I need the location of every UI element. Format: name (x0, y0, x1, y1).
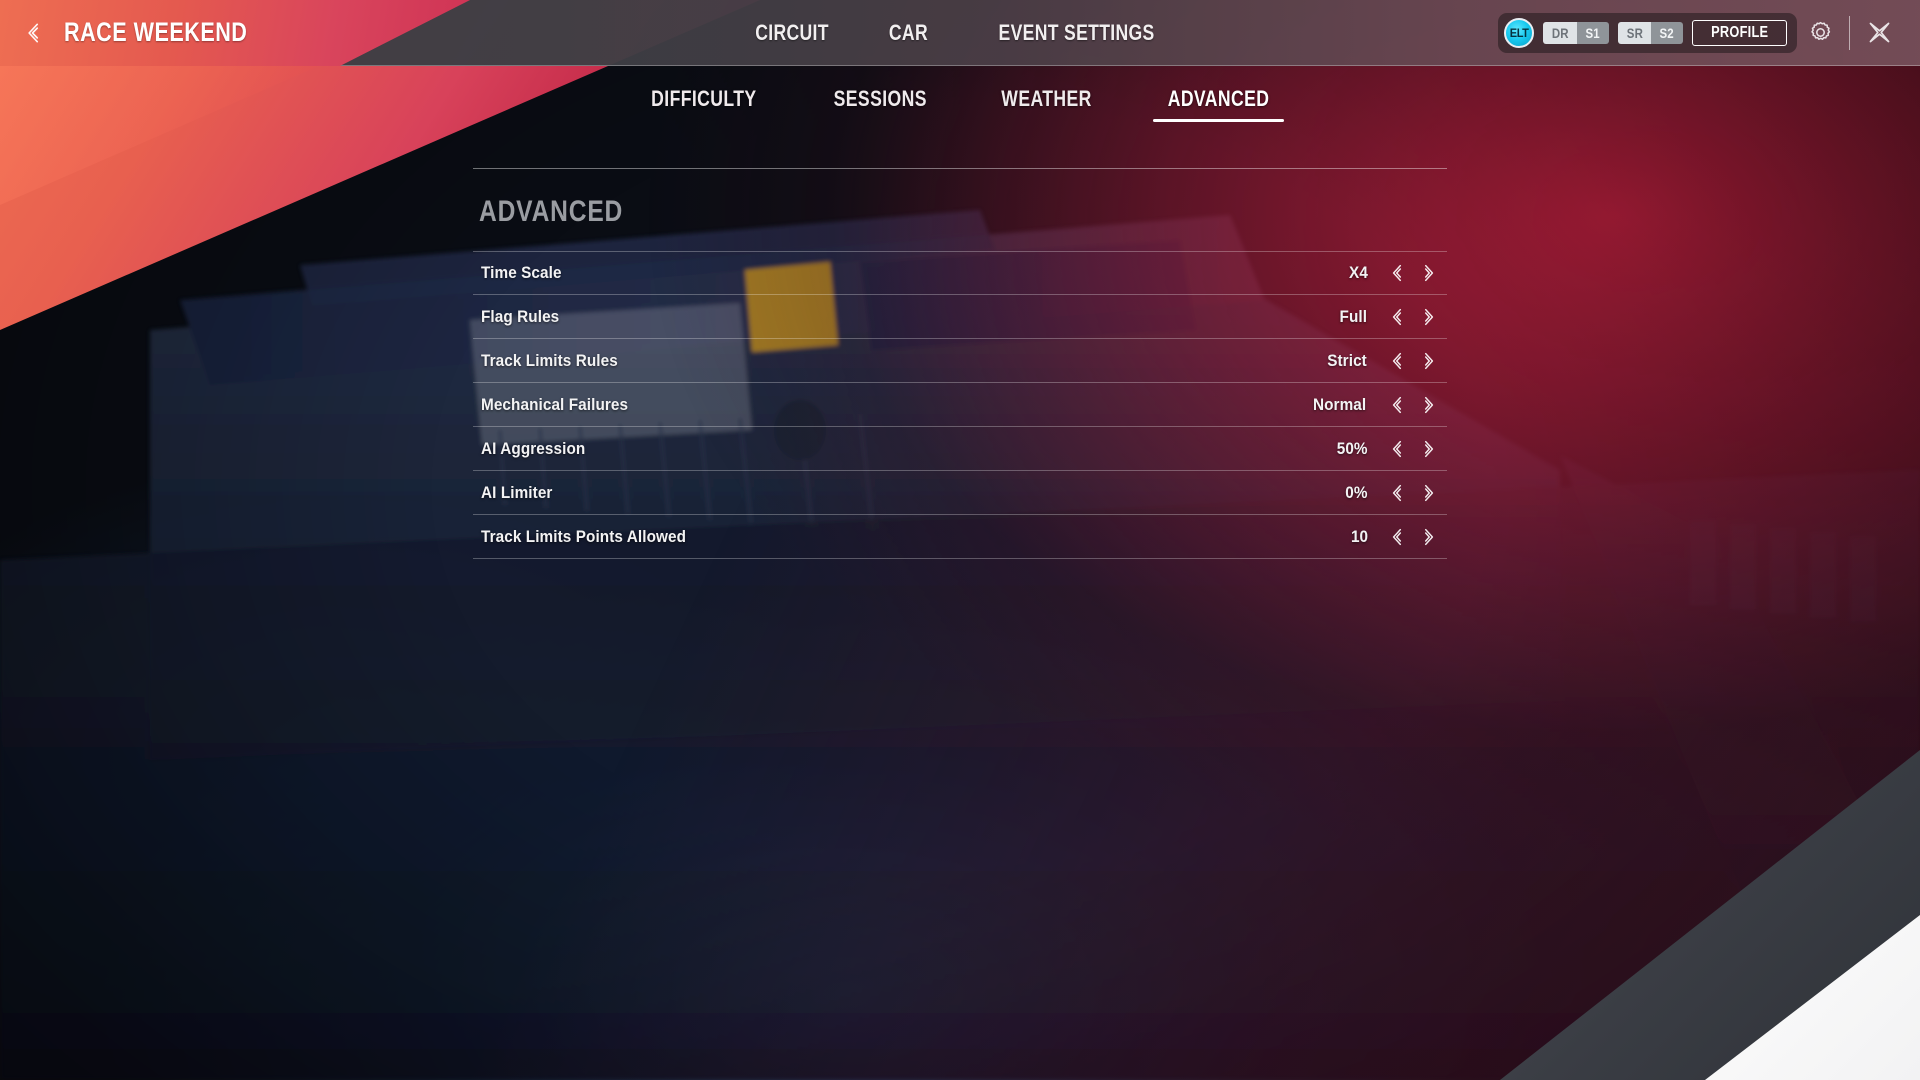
panel-top-divider (473, 168, 1447, 169)
settings-row-label: Mechanical Failures (481, 394, 629, 414)
nav-item-circuit[interactable]: CIRCUIT (755, 20, 829, 46)
stat-sr-key: SR (1617, 21, 1652, 44)
chevron-right-double-icon (1424, 440, 1434, 457)
decrement-button[interactable] (1383, 388, 1413, 422)
chevron-right-double-icon (1424, 484, 1434, 501)
header-nav: CIRCUIT CAR EVENT SETTINGS (746, 0, 1174, 66)
header-right-cluster: ELT DR S1 SR S2 PROFILE (1497, 10, 1902, 56)
close-icon (1869, 22, 1889, 43)
settings-button[interactable] (1797, 10, 1843, 56)
settings-row-label: Track Limits Rules (481, 350, 618, 370)
settings-row-3[interactable]: Mechanical Failures Normal (473, 383, 1447, 427)
chevron-left-double-icon (1392, 396, 1402, 413)
decrement-button[interactable] (1383, 344, 1413, 378)
increment-button[interactable] (1413, 256, 1443, 290)
settings-row-5[interactable]: AI Limiter 0% (473, 471, 1447, 515)
stat-sr-key-text: SR (1626, 24, 1643, 41)
chevron-left-double-icon (1392, 308, 1402, 325)
stat-sr-value: S2 (1651, 21, 1683, 44)
tab-weather-label: WEATHER (1001, 86, 1092, 111)
increment-button[interactable] (1413, 300, 1443, 334)
chevron-right-double-icon (1424, 264, 1434, 282)
settings-row-label: Flag Rules (481, 306, 560, 326)
decrement-button[interactable] (1383, 476, 1413, 510)
stat-dr-value-text: S1 (1585, 24, 1601, 41)
chevron-right-double-icon (1424, 528, 1434, 545)
settings-row-0[interactable]: Time Scale X4 (473, 251, 1447, 295)
avatar[interactable]: ELT (1503, 17, 1534, 48)
stat-chip-sr: SR S2 (1617, 21, 1683, 44)
increment-button[interactable] (1413, 344, 1443, 378)
settings-list: Time Scale X4 Flag Rules Full Track Limi… (473, 251, 1447, 559)
tab-advanced-label: ADVANCED (1167, 86, 1270, 111)
chevron-left-icon (28, 23, 39, 42)
settings-row-value: 50% (1336, 438, 1368, 458)
settings-row-label: AI Aggression (481, 438, 586, 458)
stat-chip-dr: DR S1 (1542, 21, 1609, 44)
chevron-left-double-icon (1392, 440, 1402, 457)
stat-dr-key: DR (1542, 21, 1578, 44)
page-title: RACE WEEKEND (64, 17, 248, 47)
tab-weather[interactable]: WEATHER (986, 80, 1107, 122)
settings-row-control: Full (1338, 300, 1447, 334)
chevron-right-double-icon (1424, 308, 1434, 325)
chevron-left-double-icon (1392, 264, 1402, 282)
increment-button[interactable] (1413, 476, 1443, 510)
stat-dr-value: S1 (1577, 21, 1609, 44)
profile-button-label: PROFILE (1710, 23, 1768, 41)
nav-item-car[interactable]: CAR (889, 20, 928, 46)
settings-row-value: X4 (1349, 263, 1368, 282)
decrement-button[interactable] (1383, 256, 1413, 290)
settings-row-value: 0% (1345, 482, 1368, 502)
settings-row-control: 0% (1344, 476, 1447, 510)
settings-row-2[interactable]: Track Limits Rules Strict (473, 339, 1447, 383)
nav-item-event-settings[interactable]: EVENT SETTINGS (998, 20, 1154, 46)
settings-row-value: 10 (1350, 526, 1369, 546)
tab-sessions[interactable]: SESSIONS (818, 80, 942, 122)
settings-row-control: Normal (1310, 388, 1447, 422)
increment-button[interactable] (1413, 388, 1443, 422)
increment-button[interactable] (1413, 432, 1443, 466)
settings-row-control: Strict (1325, 344, 1447, 378)
profile-button[interactable]: PROFILE (1691, 19, 1787, 46)
header-divider (1849, 15, 1850, 50)
settings-row-control: X4 (1348, 256, 1447, 290)
back-button[interactable] (8, 0, 60, 66)
chevron-left-double-icon (1392, 528, 1402, 545)
chevron-left-double-icon (1392, 352, 1402, 369)
app-header: RACE WEEKEND CIRCUIT CAR EVENT SETTINGS … (0, 0, 1920, 66)
tab-difficulty[interactable]: DIFFICULTY (634, 80, 774, 122)
decrement-button[interactable] (1383, 520, 1413, 554)
settings-row-value: Strict (1327, 350, 1367, 370)
settings-row-6[interactable]: Track Limits Points Allowed 10 (473, 515, 1447, 559)
chevron-right-double-icon (1424, 352, 1434, 369)
settings-row-value: Normal (1312, 394, 1367, 414)
profile-pill[interactable]: ELT DR S1 SR S2 PROFILE (1497, 12, 1797, 53)
tab-sessions-label: SESSIONS (833, 86, 927, 111)
settings-row-1[interactable]: Flag Rules Full (473, 295, 1447, 339)
settings-row-label: Time Scale (481, 263, 562, 282)
gear-icon (1810, 21, 1830, 40)
settings-row-label: Track Limits Points Allowed (481, 526, 687, 546)
decrement-button[interactable] (1383, 432, 1413, 466)
settings-row-label: AI Limiter (481, 482, 553, 502)
increment-button[interactable] (1413, 520, 1443, 554)
tab-bar: DIFFICULTY SESSIONS WEATHER ADVANCED (0, 66, 1920, 136)
settings-row-control: 10 (1350, 520, 1447, 554)
tab-advanced[interactable]: ADVANCED (1151, 80, 1286, 122)
panel-title: ADVANCED (479, 195, 624, 228)
advanced-settings-panel: ADVANCED Time Scale X4 Flag Rules Full T… (473, 168, 1447, 559)
settings-row-4[interactable]: AI Aggression 50% (473, 427, 1447, 471)
chevron-right-double-icon (1424, 396, 1434, 413)
chevron-left-double-icon (1392, 484, 1402, 501)
close-button[interactable] (1856, 10, 1902, 56)
settings-row-value: Full (1339, 306, 1368, 326)
decrement-button[interactable] (1383, 300, 1413, 334)
settings-row-control: 50% (1335, 432, 1447, 466)
stat-sr-value-text: S2 (1659, 24, 1675, 41)
stat-dr-key-text: DR (1551, 24, 1569, 41)
tab-advanced-underline (1153, 119, 1285, 122)
tab-difficulty-label: DIFFICULTY (651, 86, 757, 111)
avatar-label: ELT (1509, 25, 1529, 40)
